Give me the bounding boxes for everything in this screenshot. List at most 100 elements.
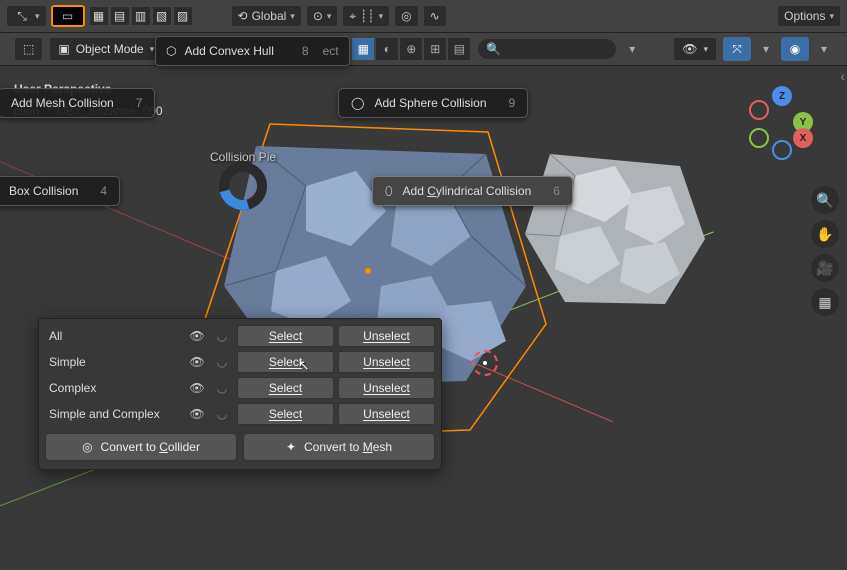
gizmo-neg-x[interactable] <box>749 100 769 120</box>
mode-label: Object Mode <box>76 42 144 56</box>
proportional-edit-toggle[interactable]: ◎ <box>394 5 418 27</box>
camera-icon[interactable]: 🎥 <box>811 254 839 282</box>
proportional-icon: ◎ <box>401 9 411 23</box>
viewport-side-tools: 🔍 ✋ 🎥 ▦ <box>811 186 839 316</box>
collision-footer: ◎ Convert to Collider ✦ Convert to Mesh <box>45 433 435 461</box>
region-toggle-icon[interactable]: ‹ <box>840 68 845 84</box>
unselect-button[interactable]: Unselect <box>338 351 435 373</box>
visibility-toggle[interactable]: 👁 <box>185 351 209 373</box>
select-button[interactable]: Select <box>237 325 334 347</box>
shading-extra-dropdown[interactable]: ▾ <box>623 37 641 61</box>
unselect-button[interactable]: Unselect <box>338 403 435 425</box>
orientation-label: Global <box>252 9 287 23</box>
convert-collider-label: Convert to Collider <box>101 440 200 454</box>
search-input[interactable]: 🔍 <box>477 38 617 60</box>
row-label: Simple and Complex <box>45 407 183 421</box>
row-label: Simple <box>45 355 183 369</box>
pie-item-convex-hull[interactable]: ⬡ Add Convex Hull 8 ect <box>155 36 350 66</box>
search-icon: 🔍 <box>486 42 501 56</box>
pie-item-sphere-collision[interactable]: ◯ Add Sphere Collision 9 <box>338 88 528 118</box>
orientation-icon: ⟲ <box>238 9 248 23</box>
viewport-3d[interactable]: User Perspective ction | UBX_Suzanne_000… <box>0 66 847 570</box>
gizmo-neg-z[interactable] <box>772 140 792 160</box>
state-toggle[interactable]: ◡ <box>211 351 233 373</box>
row-label: Complex <box>45 381 183 395</box>
grid-perspective-icon[interactable]: ▦ <box>811 288 839 316</box>
pivot-icon: ⊙ <box>313 9 323 23</box>
gizmo-toggle-icon[interactable]: ◐ <box>375 37 399 61</box>
collision-row-simple: Simple 👁 ◡ Select Unselect <box>45 349 435 375</box>
convert-to-mesh-button[interactable]: ✦ Convert to Mesh <box>243 433 435 461</box>
cursor-tool-dropdown[interactable]: ⤡▾ <box>6 5 47 27</box>
orientation-gizmo[interactable]: Z Y X <box>747 86 817 156</box>
select-invert-icon[interactable]: ▨ <box>173 6 193 26</box>
pie-item-cylindrical-collision[interactable]: ⬯ Add Cylindrical Collision 6 <box>372 176 573 206</box>
pie-cyl-key: 6 <box>553 184 560 198</box>
select-subtract-icon[interactable]: ▥ <box>131 6 151 26</box>
collision-row-complex: Complex 👁 ◡ Select Unselect <box>45 375 435 401</box>
object-origin-icon <box>365 268 371 274</box>
visibility-toggle[interactable]: 👁 <box>185 403 209 425</box>
select-set-icon[interactable]: ▦ <box>89 6 109 26</box>
pivot-dropdown[interactable]: ⊙▾ <box>306 5 339 27</box>
transform-orientation-dropdown[interactable]: ⟲ Global ▾ <box>231 5 302 27</box>
state-toggle[interactable]: ◡ <box>211 377 233 399</box>
convert-to-collider-button[interactable]: ◎ Convert to Collider <box>45 433 237 461</box>
pie-center-icon <box>219 162 267 210</box>
unselect-button[interactable]: Unselect <box>338 325 435 347</box>
pie-sphere-key: 9 <box>509 96 516 110</box>
zoom-icon[interactable]: 🔍 <box>811 186 839 214</box>
options-label: Options <box>784 9 825 23</box>
pie-mesh-key: 7 <box>136 96 143 110</box>
select-button[interactable]: Select <box>237 403 334 425</box>
select-mode-group: ▦ ▤ ▥ ▧ ▨ <box>89 6 193 26</box>
collider-icon: ◎ <box>82 440 92 454</box>
state-toggle[interactable]: ◡ <box>211 403 233 425</box>
visibility-dropdown[interactable]: 👁▾ <box>673 37 717 61</box>
unselect-button[interactable]: Unselect <box>338 377 435 399</box>
overlay-group: ▦ ◐ ⊕ ⊞ ▤ <box>351 37 471 61</box>
mesh-unselected <box>520 144 710 314</box>
visibility-toggle[interactable]: 👁 <box>185 377 209 399</box>
pie-item-box-collision[interactable]: Box Collision 4 <box>0 176 120 206</box>
cylinder-icon: ⬯ <box>385 184 393 199</box>
overlay-icon: ◉ <box>790 42 800 56</box>
overlay-dropdown[interactable]: ▾ <box>815 37 833 61</box>
options-dropdown[interactable]: Options▾ <box>777 5 841 27</box>
state-toggle[interactable]: ◡ <box>211 325 233 347</box>
editor-type-dropdown[interactable]: ⬚ <box>14 37 43 61</box>
visibility-toggle[interactable]: 👁 <box>185 325 209 347</box>
select-box-tool[interactable]: ▭ <box>51 5 85 27</box>
selectability-icon[interactable]: ▦ <box>351 37 375 61</box>
select-button[interactable]: Select <box>237 377 334 399</box>
xray-icon[interactable]: ⊞ <box>423 37 447 61</box>
proportional-curve-dropdown[interactable]: ∿ <box>423 5 447 27</box>
wireframe-icon[interactable]: ▤ <box>447 37 471 61</box>
collision-panel: All 👁 ◡ Select Unselect Simple 👁 ◡ Selec… <box>38 318 442 470</box>
mesh-icon: ✦ <box>286 440 296 454</box>
object-mode-icon: ▣ <box>58 42 69 56</box>
mode-toolbar: ⬚ ▣ Object Mode ▾ ▦ ◐ ⊕ ⊞ ▤ 🔍 ▾ 👁▾ ⤧ ▾ ◉… <box>0 33 847 66</box>
pie-box-label: Box Collision <box>9 184 78 198</box>
pie-item-mesh-collision[interactable]: Add Mesh Collision 7 <box>0 88 155 118</box>
gizmo-z-axis[interactable]: Z <box>772 86 792 106</box>
gizmo-neg-y[interactable] <box>749 128 769 148</box>
editor-icon: ⬚ <box>23 42 34 56</box>
sphere-icon: ◯ <box>351 96 364 110</box>
mode-dropdown[interactable]: ▣ Object Mode ▾ <box>49 37 163 61</box>
collision-row-simple-complex: Simple and Complex 👁 ◡ Select Unselect <box>45 401 435 427</box>
gizmo-visibility-button[interactable]: ⤧ <box>723 37 751 61</box>
pie-menu-title: Collision Pie <box>210 150 276 164</box>
snap-dropdown[interactable]: ⌖┊┊▾ <box>342 5 390 27</box>
overlay-visibility-button[interactable]: ◉ <box>781 37 809 61</box>
gizmo-x-axis[interactable]: X <box>793 128 813 148</box>
overlay-toggle-icon[interactable]: ⊕ <box>399 37 423 61</box>
pan-icon[interactable]: ✋ <box>811 220 839 248</box>
header-toolbar: ⤡▾ ▭ ▦ ▤ ▥ ▧ ▨ ⟲ Global ▾ ⊙▾ ⌖┊┊▾ ◎ ∿ Op… <box>0 0 847 33</box>
select-button[interactable]: Select <box>237 351 334 373</box>
cursor-arrow-icon: ⤡ <box>13 7 31 25</box>
row-label: All <box>45 329 183 343</box>
select-extend-icon[interactable]: ▤ <box>110 6 130 26</box>
gizmo-dropdown[interactable]: ▾ <box>757 37 775 61</box>
select-intersect-icon[interactable]: ▧ <box>152 6 172 26</box>
